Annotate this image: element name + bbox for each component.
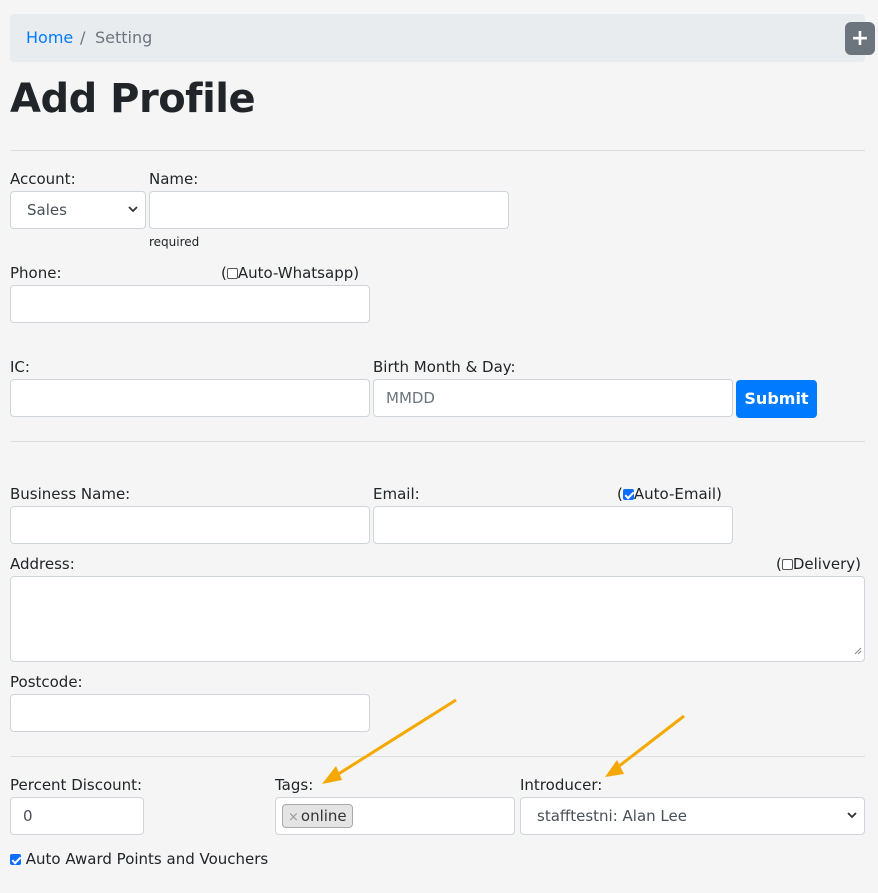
delivery-label: Delivery) (792, 555, 861, 573)
add-button[interactable]: + (845, 22, 875, 55)
tag-chip-label: online (300, 807, 347, 825)
breadcrumb: Home / Setting (10, 14, 865, 62)
tag-chip: × online (282, 804, 353, 828)
auto-whatsapp-paren: ( (221, 264, 227, 282)
address-textarea[interactable] (10, 576, 865, 662)
introducer-select[interactable]: stafftestni: Alan Lee (520, 797, 865, 835)
arrow-to-introducer-icon (605, 714, 685, 777)
resize-handle-icon[interactable] (853, 640, 862, 659)
auto-whatsapp-checkbox[interactable] (226, 268, 238, 279)
auto-email-label: Auto-Email) (633, 485, 722, 503)
percent-discount-label: Percent Discount: (10, 776, 143, 794)
introducer-selected-value: stafftestni: Alan Lee (537, 807, 687, 825)
email-label: Email: (373, 485, 420, 503)
business-name-input[interactable] (10, 506, 370, 544)
divider (10, 756, 865, 757)
tags-label: Tags: (275, 776, 314, 794)
postcode-input[interactable] (10, 694, 370, 732)
account-select[interactable]: Sales (10, 191, 146, 229)
breadcrumb-home-link[interactable]: Home (26, 28, 73, 47)
introducer-label: Introducer: (520, 776, 603, 794)
percent-discount-input[interactable]: 0 (10, 797, 144, 835)
auto-award-checkbox[interactable] (10, 854, 21, 865)
chevron-down-icon (127, 203, 139, 215)
name-label: Name: (149, 170, 199, 188)
email-input[interactable] (373, 506, 733, 544)
chevron-down-icon (846, 809, 858, 821)
auto-whatsapp-option: ( Auto-Whatsapp) (221, 264, 359, 282)
business-name-label: Business Name: (10, 485, 131, 503)
auto-email-paren: ( (617, 485, 623, 503)
tags-input[interactable]: × online (275, 797, 515, 835)
phone-input[interactable] (10, 285, 370, 323)
ic-label: IC: (10, 358, 30, 376)
auto-email-checkbox[interactable] (622, 489, 634, 500)
plus-icon: + (850, 26, 870, 51)
submit-button[interactable]: Submit (736, 380, 817, 418)
name-input[interactable] (149, 191, 509, 229)
divider (10, 150, 865, 151)
page-title: Add Profile (10, 76, 256, 122)
divider (10, 441, 865, 442)
delivery-option: ( Delivery) (776, 555, 861, 573)
account-selected-value: Sales (27, 201, 67, 219)
delivery-paren: ( (776, 555, 782, 573)
birth-input[interactable]: MMDD (373, 379, 733, 417)
address-label: Address: (10, 555, 75, 573)
auto-whatsapp-label: Auto-Whatsapp) (237, 264, 360, 282)
phone-label: Phone: (10, 264, 62, 282)
account-label: Account: (10, 170, 76, 188)
breadcrumb-current: Setting (95, 28, 153, 47)
postcode-label: Postcode: (10, 673, 83, 691)
tag-remove-icon[interactable]: × (288, 810, 299, 825)
breadcrumb-separator: / (80, 28, 86, 47)
delivery-checkbox[interactable] (781, 559, 793, 570)
auto-email-option: ( Auto-Email) (617, 485, 722, 503)
auto-award-option: Auto Award Points and Vouchers (10, 850, 268, 868)
ic-input[interactable] (10, 379, 370, 417)
auto-award-label: Auto Award Points and Vouchers (25, 850, 269, 868)
annotation-arrows (322, 698, 685, 784)
name-required-hint: required (149, 235, 200, 249)
birth-label: Birth Month & Day: (373, 358, 516, 376)
